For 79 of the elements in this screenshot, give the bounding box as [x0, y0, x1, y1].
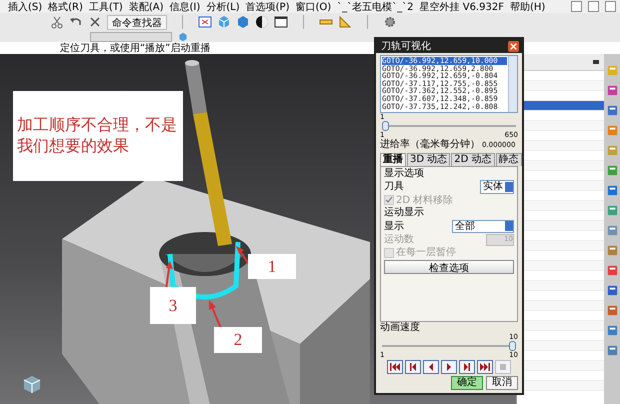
section-heading: 动画速度: [380, 322, 421, 334]
slider-thumb[interactable]: [382, 121, 389, 132]
window-icon[interactable]: [274, 15, 288, 29]
cube-icon[interactable]: [236, 15, 250, 29]
status-message: 定位刀具，或使用“播放”启动重播: [60, 42, 210, 55]
resource-tab-icon[interactable]: [606, 284, 619, 297]
triangle-ruler-icon[interactable]: [338, 15, 352, 29]
menu-item[interactable]: 分析(L): [206, 0, 240, 14]
cube-icon[interactable]: [217, 15, 231, 29]
menu-item[interactable]: 星空外挂 V6.932F: [420, 0, 504, 14]
check-options-button[interactable]: 检查选项: [384, 260, 514, 274]
tab[interactable]: 静态: [496, 152, 522, 166]
menu-item[interactable]: 帮助(H): [510, 0, 546, 14]
step-forward-icon: [461, 362, 473, 372]
tab[interactable]: 重播: [380, 152, 406, 166]
command-finder-button[interactable]: 命令查找器: [107, 14, 167, 30]
menu-item[interactable]: 信息(I): [170, 0, 200, 14]
last-button[interactable]: [477, 360, 493, 374]
section-heading: 运动显示: [384, 207, 425, 219]
resource-tab-icon[interactable]: [606, 184, 619, 197]
resource-tab-icon[interactable]: [606, 244, 619, 257]
stop-icon: [497, 362, 509, 372]
field-label: 运动数: [384, 234, 414, 246]
menu-item[interactable]: 装配(A): [128, 0, 164, 14]
resource-tab-icon[interactable]: [606, 164, 619, 177]
cancel-button[interactable]: 取消: [486, 376, 518, 390]
resource-tab-icon[interactable]: [606, 104, 619, 117]
axis-triad-icon: [24, 376, 40, 394]
frame-icon[interactable]: [198, 15, 212, 29]
menu-item[interactable]: 插入(S): [8, 0, 42, 14]
first-button[interactable]: [387, 360, 403, 374]
menu-item[interactable]: 格式(R): [48, 0, 83, 14]
menu-item[interactable]: 窗口(O): [295, 0, 332, 14]
callout-number: 2: [234, 330, 242, 350]
step-back-icon: [407, 362, 419, 372]
restore-icon[interactable]: [588, 1, 599, 12]
arrow: [236, 246, 251, 267]
note-text: 加工顺序不合理，不是我们想要的效果: [17, 115, 178, 157]
next-button[interactable]: [459, 360, 475, 374]
menu-item[interactable]: 首选项(P): [246, 0, 290, 14]
resource-tab-icon[interactable]: [606, 304, 619, 317]
gear-icon[interactable]: [383, 15, 397, 29]
close-icon[interactable]: [88, 15, 102, 29]
field-label: 显示: [384, 220, 404, 232]
prev-button[interactable]: [405, 360, 421, 374]
display-dropdown[interactable]: 全部: [452, 220, 514, 234]
menu-item[interactable]: 工具(T): [88, 0, 123, 14]
back-button[interactable]: [423, 360, 439, 374]
play-button[interactable]: [441, 360, 457, 374]
resource-tab-icon[interactable]: [606, 84, 619, 97]
minimize-icon[interactable]: [571, 1, 582, 12]
section-heading: 显示选项: [384, 168, 425, 180]
callout-number: 1: [268, 256, 276, 276]
close-icon[interactable]: [508, 40, 519, 52]
skip-back-icon: [389, 362, 401, 372]
field-label: 刀具: [384, 181, 404, 193]
resource-tab-icon[interactable]: [606, 344, 619, 357]
pin-icon[interactable]: [592, 58, 600, 66]
checkbox-label: 在每一层暂停: [396, 247, 456, 259]
resource-tab-icon[interactable]: [606, 224, 619, 237]
resource-tab-icon[interactable]: [606, 264, 619, 277]
checkbox-label: 2D 材料移除: [396, 194, 454, 206]
slider-thumb[interactable]: [509, 341, 516, 352]
resource-tab-icon[interactable]: [606, 204, 619, 217]
tool-dropdown[interactable]: 实体: [480, 180, 514, 194]
resource-tab-icon[interactable]: [606, 144, 619, 157]
sphere-icon[interactable]: [255, 15, 269, 29]
feed-rate-label: 进给率（毫米每分钟）: [380, 139, 480, 151]
tab[interactable]: 2D 动态: [451, 152, 494, 166]
dialog-title: 刀轨可视化: [381, 40, 431, 53]
resource-tab-icon[interactable]: [606, 324, 619, 337]
tab[interactable]: 3D 动态: [407, 152, 450, 166]
skip-forward-icon: [479, 362, 491, 372]
scrollbar[interactable]: [508, 56, 517, 112]
menu-item[interactable]: `_`老五电模`_`2: [337, 0, 414, 14]
scissors-icon[interactable]: [50, 15, 64, 29]
resource-tab-icon[interactable]: [606, 124, 619, 137]
callout-number: 3: [168, 296, 178, 316]
ok-button[interactable]: 确定: [451, 376, 483, 390]
